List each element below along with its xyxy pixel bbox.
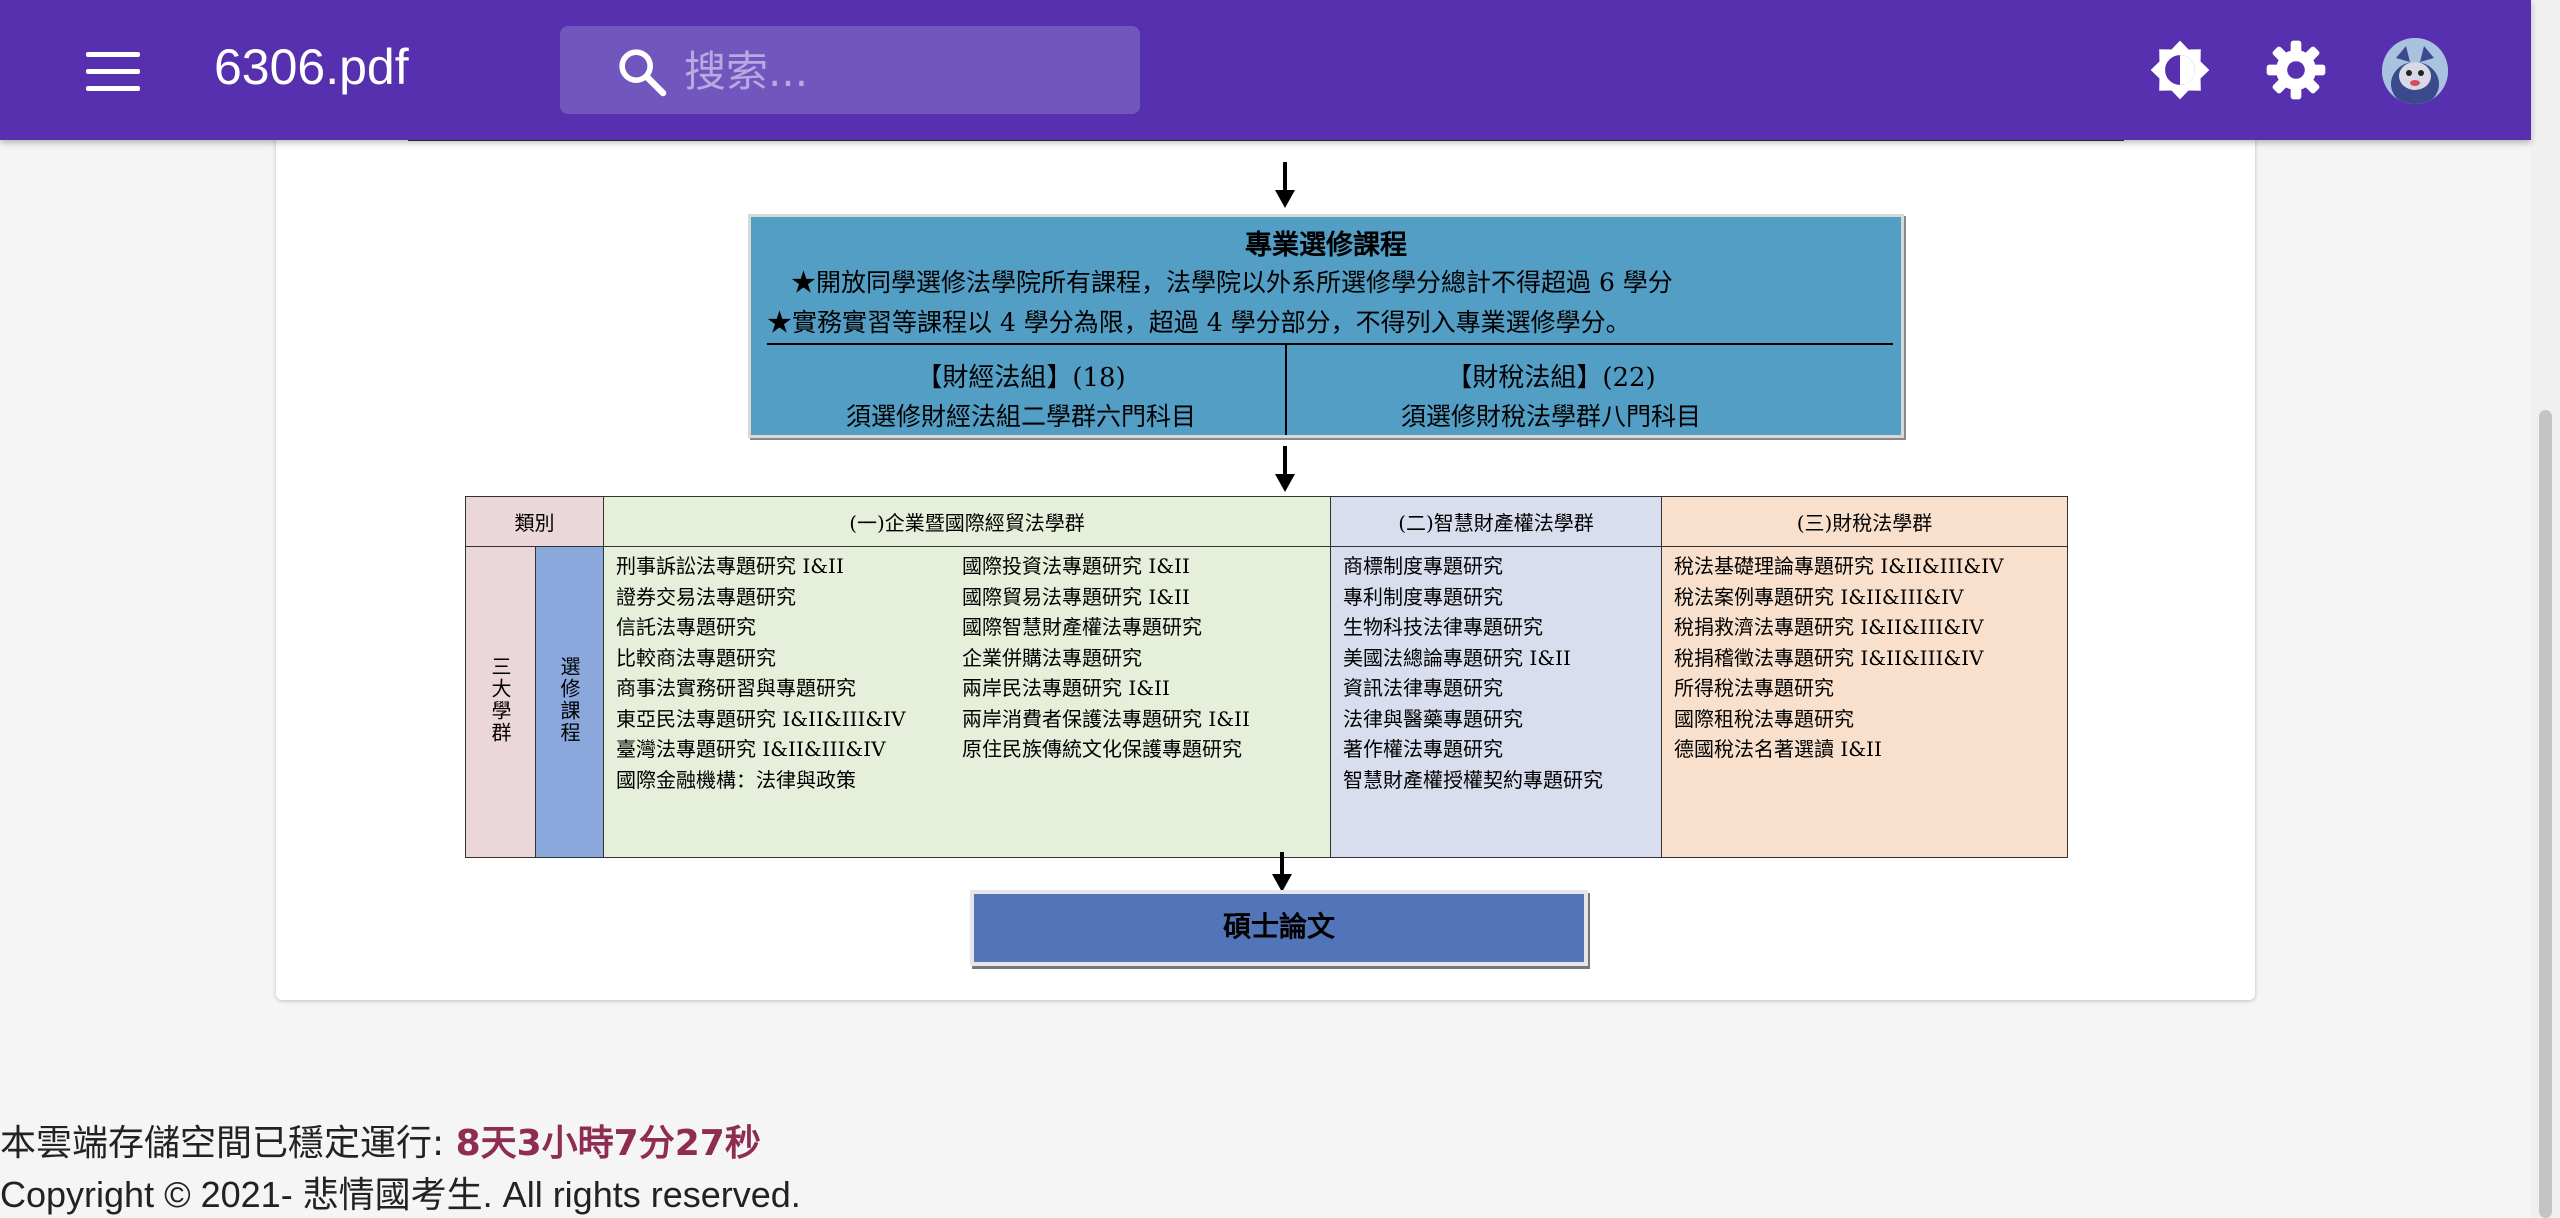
group3-header: (三)財稅法學群 [1661,496,2068,547]
uptime-label: 本雲端存儲空間已穩定運行: [0,1123,456,1164]
uptime-status: 本雲端存儲空間已穩定運行: 8天3小時7分27秒 [0,1114,761,1166]
elective-title: 專業選修課程 [1245,230,1407,261]
course-item: 資訊法律專題研究 [1343,676,1503,700]
divider [1285,345,1287,435]
course-item: 原住民族傳統文化保護專題研究 [962,737,1242,761]
course-item: 生物科技法律專題研究 [1343,615,1543,639]
search-input[interactable] [682,46,1116,96]
avatar[interactable] [2382,38,2448,104]
category-header: 類別 [465,496,604,547]
finance-group-heading: 【財經法組】(18) [916,363,1126,393]
tax-group-heading: 【財稅法組】(22) [1446,363,1656,393]
group3-courses: 稅法基礎理論專題研究 I&II&III&IV 稅法案例專題研究 I&II&III&… [1661,546,2068,858]
three-groups-label: 三大學群 [465,546,536,858]
scrollbar[interactable] [2531,0,2560,1218]
arrow-icon [1275,446,1295,492]
course-item: 國際智慧財產權法專題研究 [962,615,1202,639]
arrow-icon [1275,162,1295,208]
course-item: 稅法案例專題研究 I&II&III&IV [1674,584,1964,609]
menu-icon[interactable] [86,52,140,92]
thesis-box: 碩士論文 [970,890,1588,966]
course-item: 刑事訴訟法專題研究 I&II [616,554,844,578]
scroll-thumb[interactable] [2539,410,2552,1218]
course-item: 國際金融機構：法律與政策 [616,767,856,792]
document-title: 6306.pdf [214,39,409,95]
course-item: 兩岸消費者保護法專題研究 I&II [962,706,1250,731]
course-item: 東亞民法專題研究 I&II&III&IV [616,706,906,731]
course-item: 兩岸民法專題研究 I&II [962,676,1170,700]
divider [767,343,1893,345]
group2-courses: 商標制度專題研究 專利制度專題研究生物科技法律專題研究美國法總論專題研究 I&II… [1330,546,1662,858]
course-item: 稅法基礎理論專題研究 I&II&III&IV [1674,554,2004,578]
group1-courses: 刑事訴訟法專題研究 I&II 證券交易法專題研究 信託法專題研究 比較商法專題研究商事… [603,546,1331,858]
course-item: 法律與醫藥專題研究 [1343,706,1523,731]
group1-header: (一)企業暨國際經貿法學群 [603,496,1331,547]
elective-course-box: 專業選修課程 ★開放同學選修法學院所有課程，法學院以外系所選修學分總計不得超過 … [748,214,1904,438]
copyright: Copyright © 2021- 悲情國考生. All rights rese… [0,1174,801,1215]
course-item: 國際租稅法專題研究 [1674,706,1854,731]
course-item: 信託法專題研究 [616,615,756,639]
course-item: 國際投資法專題研究 I&II [962,554,1190,578]
course-item: 稅捐救濟法專題研究 I&II&III&IV [1674,615,1984,639]
course-item: 德國稅法名著選讀 I&II [1674,737,1882,761]
uptime-value: 8天3小時7分27秒 [455,1123,761,1164]
course-item: 所得稅法專題研究 [1674,676,1834,700]
course-item: 美國法總論專題研究 I&II [1343,645,1571,670]
course-item: 稅捐稽徵法專題研究 I&II&III&IV [1674,645,1984,670]
course-group-table: 類別 (一)企業暨國際經貿法學群 (二)智慧財產權法學群 (三)財稅法學群 三大… [465,496,2068,858]
search-icon [619,49,667,97]
course-item: 企業併購法專題研究 [962,645,1142,670]
course-item: 商標制度專題研究 [1343,554,1503,578]
course-item: 國際貿易法專題研究 I&II [962,584,1190,609]
gear-icon[interactable] [2264,38,2328,102]
search-box[interactable] [560,26,1140,114]
tax-group-requirement: 須選修財稅法學群八門科目 [1400,402,1701,431]
course-item: 著作權法專題研究 [1343,737,1503,761]
course-item: 臺灣法專題研究 I&II&III&IV [616,737,886,761]
course-item: 智慧財產權授權契約專題研究 [1343,767,1603,792]
finance-group-requirement: 須選修財經法組二學群六門科目 [845,402,1196,431]
course-item: 專利制度專題研究 [1343,584,1503,609]
course-item: 證券交易法專題研究 [616,584,796,609]
app-bar: 6306.pdf [0,0,2531,140]
arrow-icon [1272,852,1292,892]
elective-courses-label: 選修課程 [535,546,604,858]
brightness-icon[interactable] [2148,38,2212,102]
course-item: 比較商法專題研究 [616,645,776,670]
elective-rule-1: ★開放同學選修法學院所有課程，法學院以外系所選修學分總計不得超過 6 學分 [791,268,1673,297]
group2-header: (二)智慧財產權法學群 [1330,496,1662,547]
elective-rule-2: ★實務實習等課程以 4 學分為限，超過 4 學分部分，不得列入專業選修學分。 [767,308,1631,337]
course-item: 商事法實務研習與專題研究 [616,676,856,700]
